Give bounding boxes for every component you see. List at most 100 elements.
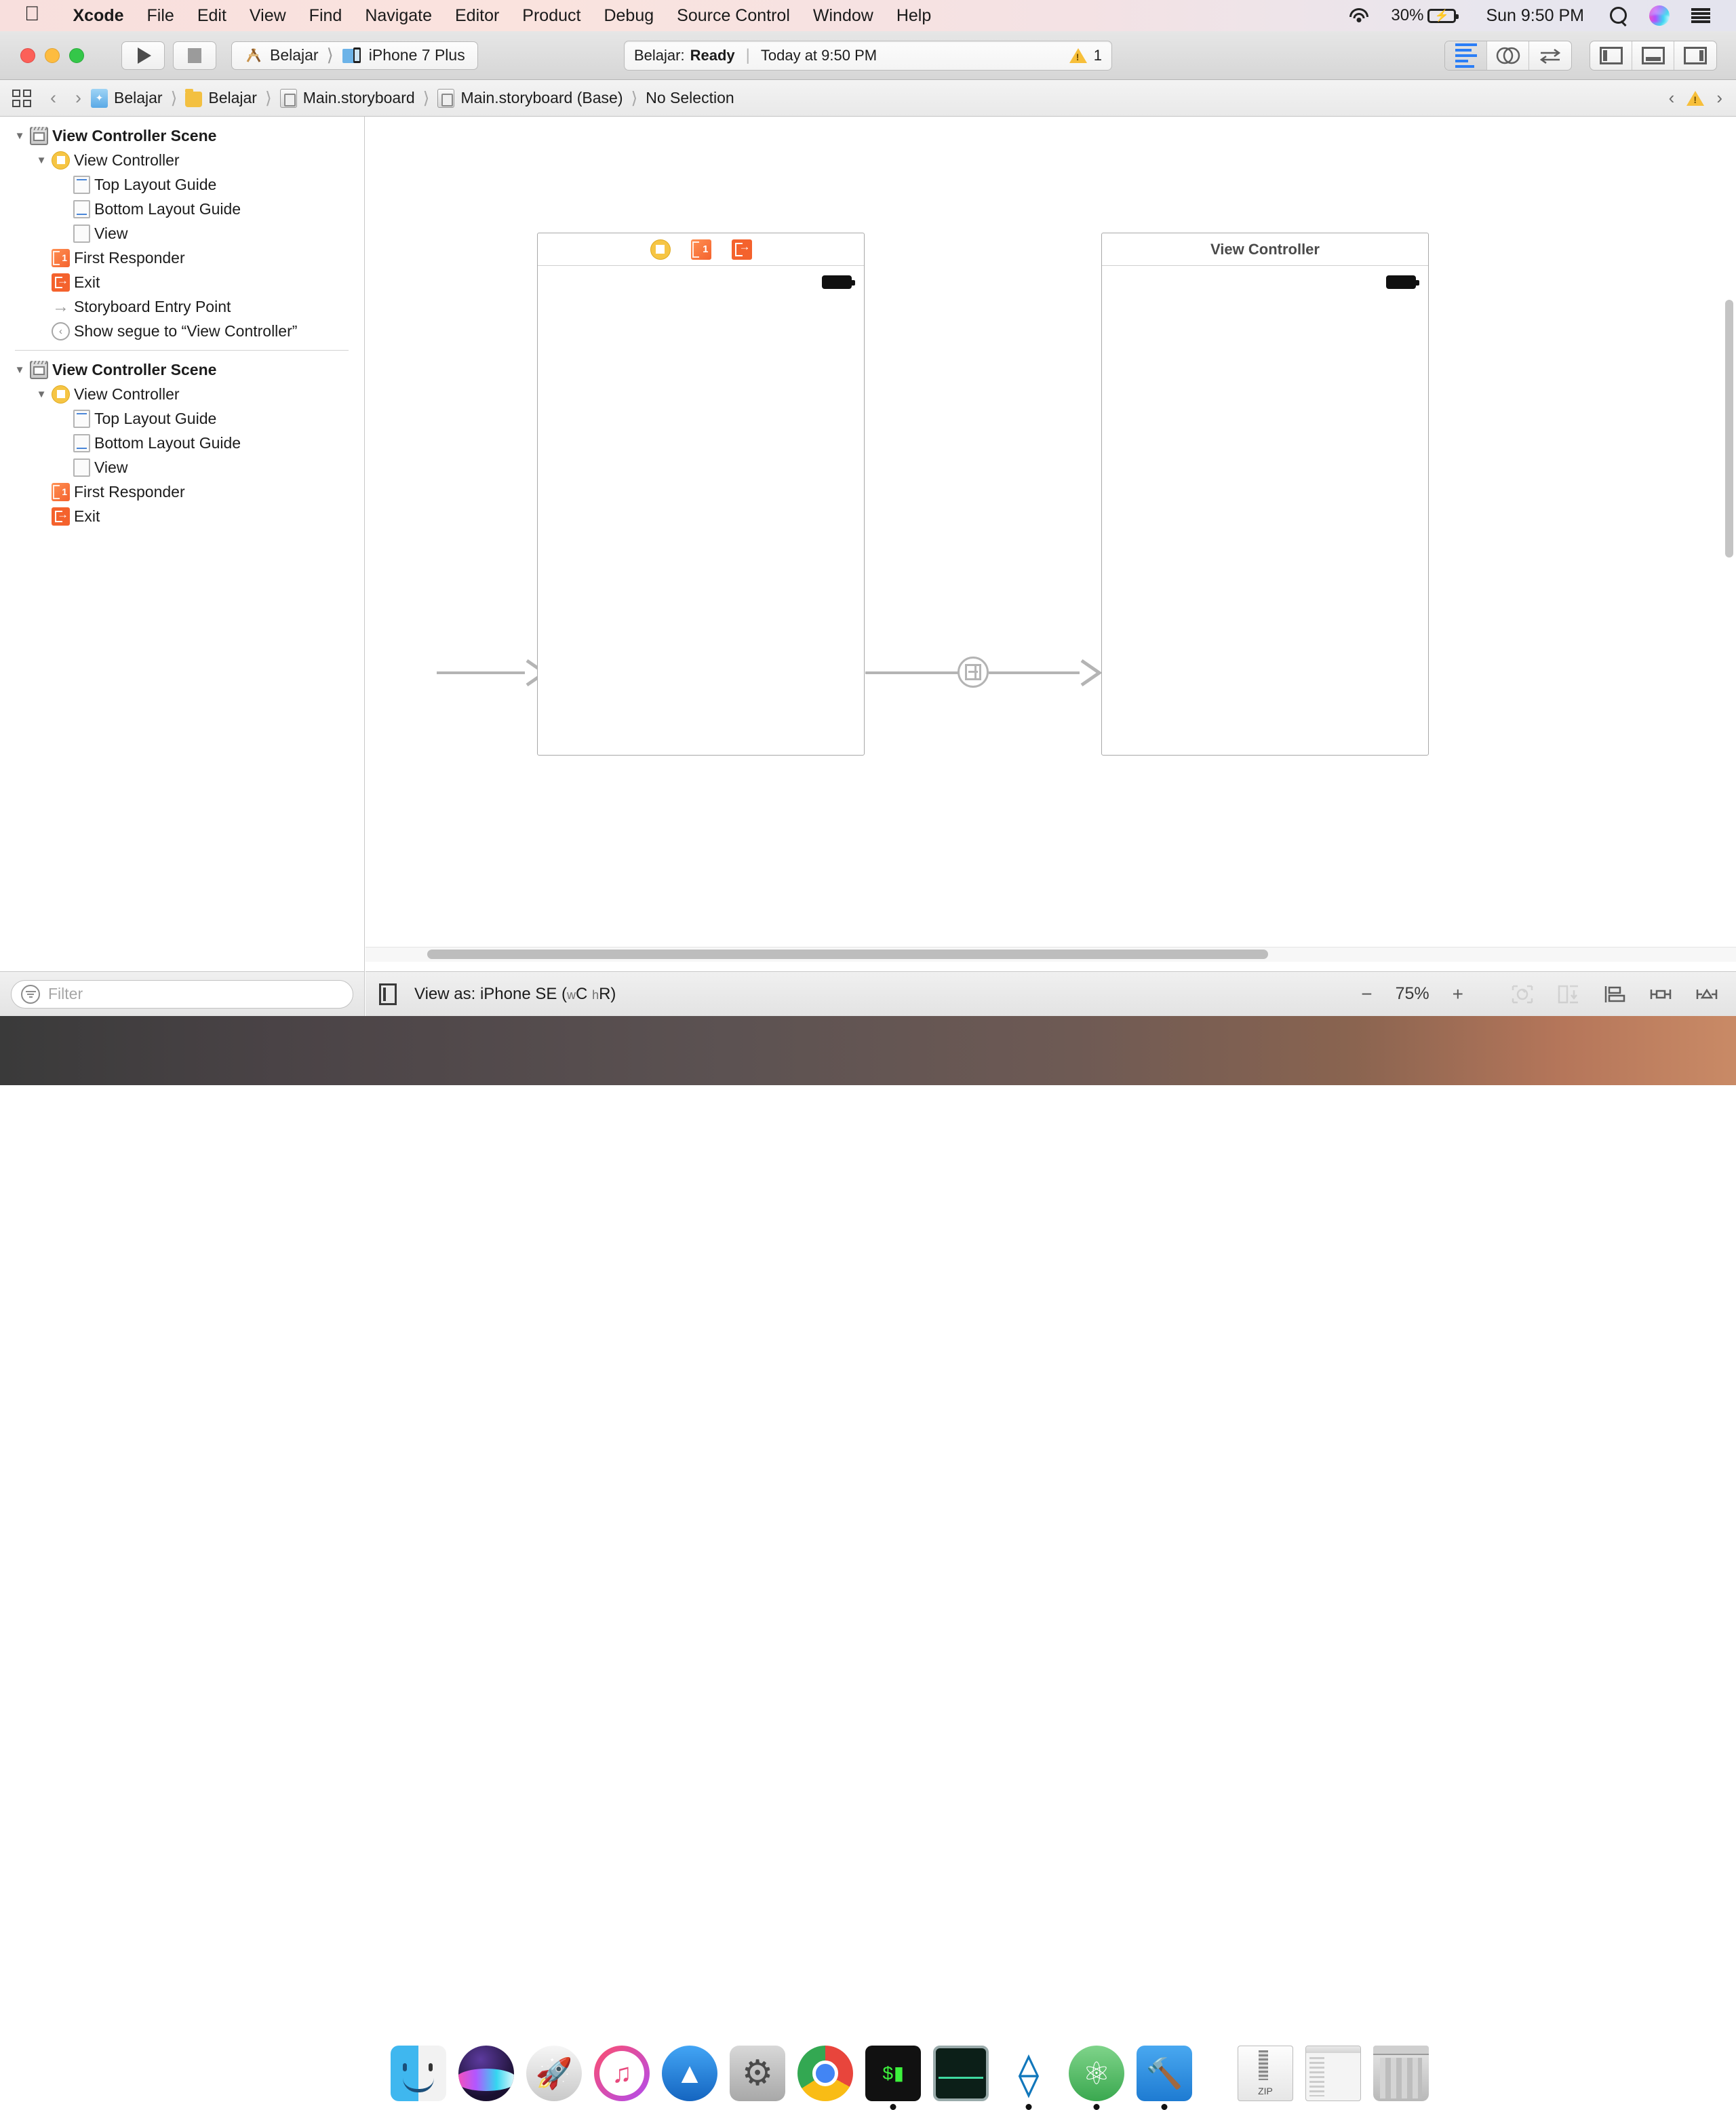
exit-dock-icon[interactable]	[731, 239, 752, 260]
menu-item-source-control[interactable]: Source Control	[665, 6, 802, 26]
dock-item-visual-studio[interactable]: ⟠	[1001, 2046, 1057, 2110]
next-issue-button[interactable]: ›	[1716, 87, 1722, 109]
outline-row-exit[interactable]: Exit	[0, 504, 364, 528]
debug-area-toggle-icon[interactable]	[1632, 41, 1674, 70]
outline-row-view[interactable]: View	[0, 455, 364, 480]
view-as-label[interactable]: View as: iPhone SE (wC hR)	[414, 985, 616, 1004]
breadcrumb-item-storyboard-base[interactable]: Main.storyboard (Base)	[437, 88, 623, 108]
canvas-horizontal-scrollbar[interactable]	[427, 950, 1268, 959]
outline-row-view[interactable]: View	[0, 221, 364, 246]
dock-item-chrome[interactable]	[797, 2046, 853, 2110]
menu-bar-clock[interactable]: Sun 9:50 PM	[1486, 6, 1584, 26]
zoom-window-button[interactable]	[69, 47, 84, 63]
resolve-issues-icon[interactable]	[1695, 984, 1718, 1004]
breadcrumb-item-folder[interactable]: Belajar	[185, 88, 257, 107]
outline-row-exit[interactable]: Exit	[0, 270, 364, 294]
scene-two-view[interactable]	[1102, 266, 1428, 755]
close-window-button[interactable]	[20, 47, 35, 63]
dock-item-atom[interactable]: ⚛	[1069, 2046, 1124, 2110]
battery-status[interactable]: 30% ⚡	[1391, 6, 1459, 25]
view-controller-scene-one[interactable]: 1	[537, 233, 865, 756]
outline-row-top-layout-guide[interactable]: Top Layout Guide	[0, 406, 364, 431]
outline-row-bottom-layout-guide[interactable]: Bottom Layout Guide	[0, 197, 364, 221]
dock-item-itunes[interactable]: ♫	[594, 2046, 650, 2101]
storyboard-canvas[interactable]: 1 View Controller	[366, 117, 1736, 959]
dock-item-appstore[interactable]: ▲	[662, 2046, 717, 2101]
assistant-editor-icon[interactable]	[1487, 41, 1529, 70]
outline-row-scene[interactable]: ▼ View Controller Scene	[0, 357, 364, 382]
dock-item-zip-file[interactable]: ZIP	[1238, 2046, 1293, 2101]
outline-row-view-controller[interactable]: ▼ View Controller	[0, 382, 364, 406]
warning-triangle-icon[interactable]	[1069, 47, 1087, 63]
first-responder-dock-icon[interactable]: 1	[690, 239, 711, 260]
outline-row-first-responder[interactable]: 1 First Responder	[0, 246, 364, 270]
outline-row-bottom-layout-guide[interactable]: Bottom Layout Guide	[0, 431, 364, 455]
dock-item-activity-monitor[interactable]	[933, 2046, 989, 2101]
zoom-in-button[interactable]: +	[1453, 983, 1463, 1005]
outline-row-top-layout-guide[interactable]: Top Layout Guide	[0, 172, 364, 197]
menu-item-navigate[interactable]: Navigate	[353, 6, 443, 26]
navigate-forward-button[interactable]: ›	[75, 87, 81, 109]
document-outline-navigator[interactable]: ▼ View Controller Scene ▼ View Controlle…	[0, 117, 365, 971]
add-constraints-icon[interactable]	[1649, 984, 1672, 1004]
dock-item-trash[interactable]	[1373, 2046, 1429, 2101]
scheme-selector[interactable]: Belajar ⟩ iPhone 7 Plus	[231, 41, 478, 70]
run-button[interactable]	[121, 41, 165, 70]
siri-icon[interactable]	[1649, 5, 1670, 26]
menu-item-debug[interactable]: Debug	[592, 6, 665, 26]
align-icon[interactable]	[1603, 984, 1626, 1004]
embed-in-icon[interactable]	[1557, 984, 1580, 1004]
outline-row-scene[interactable]: ▼ View Controller Scene	[0, 123, 364, 148]
disclosure-triangle-icon[interactable]: ▼	[34, 389, 49, 400]
dock-item-launchpad[interactable]: 🚀	[526, 2046, 582, 2101]
segue-line[interactable]	[989, 671, 1080, 674]
show-segue-badge-icon[interactable]	[958, 657, 989, 688]
dock-item-terminal[interactable]: $▮	[865, 2046, 921, 2110]
view-controller-dock-icon[interactable]	[650, 239, 671, 260]
menu-item-find[interactable]: Find	[298, 6, 354, 26]
filter-input[interactable]: Filter	[11, 979, 353, 1009]
outline-row-first-responder[interactable]: 1 First Responder	[0, 480, 364, 504]
navigator-toggle-icon[interactable]	[1590, 41, 1632, 70]
standard-editor-icon[interactable]	[1445, 41, 1487, 70]
menu-item-edit[interactable]: Edit	[186, 6, 238, 26]
dock-item-system-preferences[interactable]: ⚙	[730, 2046, 785, 2101]
menu-item-editor[interactable]: Editor	[443, 6, 511, 26]
menu-item-xcode[interactable]: Xcode	[62, 6, 136, 26]
menu-item-window[interactable]: Window	[802, 6, 885, 26]
breadcrumb-item-storyboard[interactable]: Main.storyboard	[279, 88, 415, 108]
apple-logo-icon[interactable]: 	[24, 4, 40, 24]
device-preview-icon[interactable]	[379, 983, 397, 1005]
disclosure-triangle-icon[interactable]: ▼	[12, 130, 27, 142]
dock-item-finder[interactable]	[391, 2046, 446, 2101]
outline-row-view-controller[interactable]: ▼ View Controller	[0, 148, 364, 172]
outline-row-segue[interactable]: ‹ Show segue to “View Controller”	[0, 319, 364, 343]
wifi-icon[interactable]	[1349, 8, 1369, 23]
dock-item-xcode[interactable]: 🔨	[1137, 2046, 1192, 2110]
dock-item-siri[interactable]	[458, 2046, 514, 2101]
menu-item-file[interactable]: File	[136, 6, 186, 26]
navigate-back-button[interactable]: ‹	[50, 87, 56, 109]
related-items-icon[interactable]	[12, 89, 31, 107]
zoom-out-button[interactable]: −	[1361, 983, 1372, 1005]
minimize-window-button[interactable]	[45, 47, 60, 63]
update-frames-icon[interactable]	[1511, 984, 1534, 1004]
menu-item-help[interactable]: Help	[885, 6, 943, 26]
menu-item-product[interactable]: Product	[511, 6, 592, 26]
canvas-vertical-scrollbar[interactable]	[1725, 300, 1733, 558]
segue-line[interactable]	[865, 671, 960, 674]
version-editor-icon[interactable]	[1529, 41, 1571, 70]
disclosure-triangle-icon[interactable]: ▼	[34, 155, 49, 166]
breadcrumb-item-selection[interactable]: No Selection	[646, 89, 734, 107]
outline-row-storyboard-entry-point[interactable]: → Storyboard Entry Point	[0, 294, 364, 319]
menu-item-view[interactable]: View	[238, 6, 298, 26]
previous-issue-button[interactable]: ‹	[1669, 87, 1675, 109]
utilities-toggle-icon[interactable]	[1674, 41, 1716, 70]
stop-button[interactable]	[173, 41, 216, 70]
scene-one-view[interactable]	[538, 266, 864, 755]
warning-triangle-icon[interactable]	[1686, 90, 1705, 106]
dock-item-window-stack[interactable]	[1305, 2046, 1361, 2101]
notification-center-icon[interactable]	[1691, 8, 1710, 23]
search-icon[interactable]	[1610, 7, 1628, 24]
view-controller-scene-two[interactable]: View Controller	[1101, 233, 1429, 756]
